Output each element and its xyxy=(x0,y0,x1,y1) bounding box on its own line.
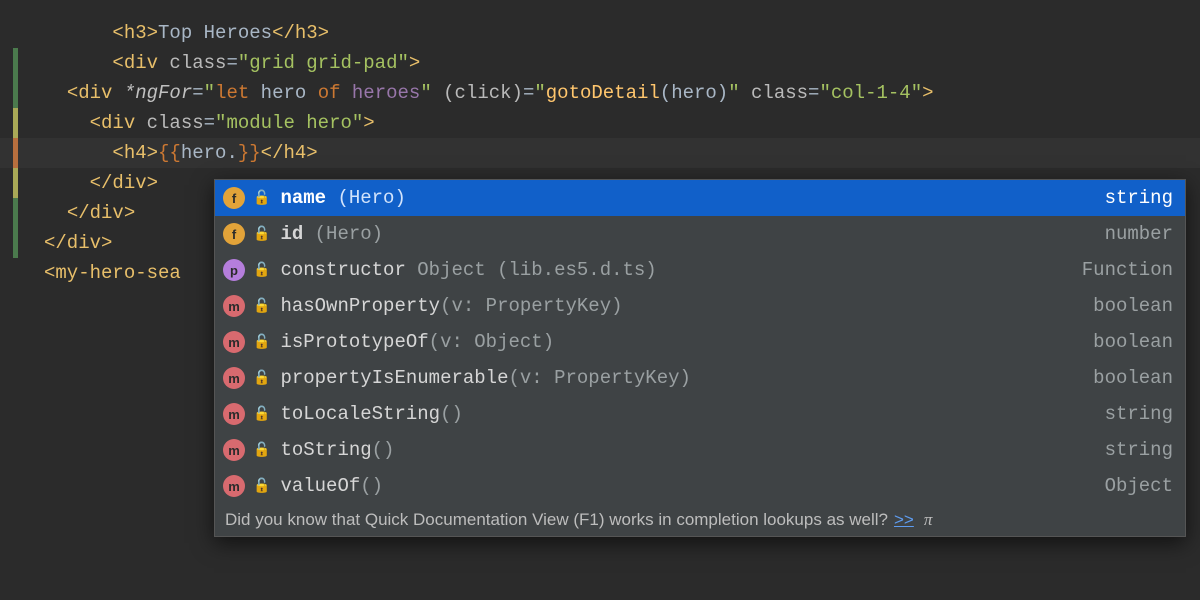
completion-item-id[interactable]: f 🔓 id (Hero) number xyxy=(215,216,1185,252)
expression: hero. xyxy=(181,142,238,164)
attr-value: grid grid-pad xyxy=(249,52,397,74)
interpolation-open: {{ xyxy=(158,142,181,164)
completion-item-name[interactable]: f 🔓 name (Hero) string xyxy=(215,180,1185,216)
kind-icon: f xyxy=(223,223,245,245)
completion-item-constructor[interactable]: p 🔓 constructor Object (lib.es5.d.ts) Funct… xyxy=(215,252,1185,288)
completion-list: f 🔓 name (Hero) string f 🔓 id (Hero) number p 🔓 co… xyxy=(215,180,1185,504)
visibility-icon: 🔓 xyxy=(253,442,270,459)
completion-label: id (Hero) xyxy=(280,223,383,245)
tag: <div xyxy=(67,82,113,104)
completion-hint: Did you know that Quick Documentation Vi… xyxy=(215,504,1185,536)
tag: </div> xyxy=(90,172,158,194)
kind-icon: m xyxy=(223,331,245,353)
visibility-icon: 🔓 xyxy=(253,478,270,495)
visibility-icon: 🔓 xyxy=(253,190,270,207)
completion-item-hasOwnProperty[interactable]: m 🔓 hasOwnProperty(v: PropertyKey) boolean xyxy=(215,288,1185,324)
hint-text: Did you know that Quick Documentation Vi… xyxy=(225,510,888,530)
completion-item-toString[interactable]: m 🔓 toString() string xyxy=(215,432,1185,468)
completion-label: toLocaleString() xyxy=(280,403,462,425)
visibility-icon: 🔓 xyxy=(253,334,270,351)
visibility-icon: 🔓 xyxy=(253,262,270,279)
tag: <my-hero-sea xyxy=(44,262,181,284)
interpolation-close: }} xyxy=(238,142,261,164)
attr: class xyxy=(158,52,226,74)
function-call: gotoDetail xyxy=(546,82,660,104)
tag: <div xyxy=(112,52,158,74)
gutter-mark xyxy=(13,258,18,288)
completion-item-toLocaleString[interactable]: m 🔓 toLocaleString() string xyxy=(215,396,1185,432)
gutter-mark xyxy=(13,138,18,168)
completion-label: hasOwnProperty(v: PropertyKey) xyxy=(280,295,622,317)
completion-type: string xyxy=(1105,439,1173,461)
completion-type: string xyxy=(1105,403,1173,425)
completion-item-valueOf[interactable]: m 🔓 valueOf() Object xyxy=(215,468,1185,504)
tag: <div xyxy=(90,112,136,134)
completion-type: boolean xyxy=(1093,367,1173,389)
completion-label: constructor Object (lib.es5.d.ts) xyxy=(280,259,656,281)
code-line: <div class="module hero"> xyxy=(0,108,1200,138)
visibility-icon: 🔓 xyxy=(253,226,270,243)
visibility-icon: 🔓 xyxy=(253,406,270,423)
gutter-mark xyxy=(13,18,18,48)
tag: </div> xyxy=(67,202,135,224)
completion-label: isPrototypeOf(v: Object) xyxy=(280,331,554,353)
completion-label: name (Hero) xyxy=(280,187,405,209)
completion-item-isPrototypeOf[interactable]: m 🔓 isPrototypeOf(v: Object) boolean xyxy=(215,324,1185,360)
gutter-mark xyxy=(13,228,18,258)
completion-type: Object xyxy=(1105,475,1173,497)
kind-icon: m xyxy=(223,295,245,317)
completion-type: Function xyxy=(1082,259,1173,281)
kind-icon: m xyxy=(223,403,245,425)
pi-icon[interactable]: π xyxy=(924,510,933,530)
completion-type: string xyxy=(1105,187,1173,209)
code-line-current: <h4>{{hero.}}</h4> xyxy=(0,138,1200,168)
directive: *ngFor xyxy=(112,82,192,104)
kind-icon: f xyxy=(223,187,245,209)
completion-item-propertyIsEnumerable[interactable]: m 🔓 propertyIsEnumerable(v: PropertyKey) bo… xyxy=(215,360,1185,396)
completion-label: propertyIsEnumerable(v: PropertyKey) xyxy=(280,367,690,389)
completion-label: toString() xyxy=(280,439,394,461)
kind-icon: m xyxy=(223,439,245,461)
kind-icon: p xyxy=(223,259,245,281)
completion-type: boolean xyxy=(1093,331,1173,353)
completion-popup[interactable]: f 🔓 name (Hero) string f 🔓 id (Hero) number p 🔓 co… xyxy=(214,179,1186,537)
gutter-mark xyxy=(13,108,18,138)
hint-link[interactable]: >> xyxy=(894,510,914,530)
gutter-mark xyxy=(13,198,18,228)
visibility-icon: 🔓 xyxy=(253,298,270,315)
gutter-mark xyxy=(13,168,18,198)
kind-icon: m xyxy=(223,367,245,389)
completion-type: boolean xyxy=(1093,295,1173,317)
completion-type: number xyxy=(1105,223,1173,245)
gutter-mark xyxy=(13,78,18,108)
kind-icon: m xyxy=(223,475,245,497)
gutter-mark xyxy=(13,48,18,78)
tag: <h4> xyxy=(112,142,158,164)
tag: </div> xyxy=(44,232,112,254)
code-line: <div *ngFor="let hero of heroes" (click)… xyxy=(0,78,1200,108)
completion-label: valueOf() xyxy=(280,475,383,497)
event-binding: (click) xyxy=(432,82,523,104)
code-line: <div class="grid grid-pad"> xyxy=(0,48,1200,78)
visibility-icon: 🔓 xyxy=(253,370,270,387)
